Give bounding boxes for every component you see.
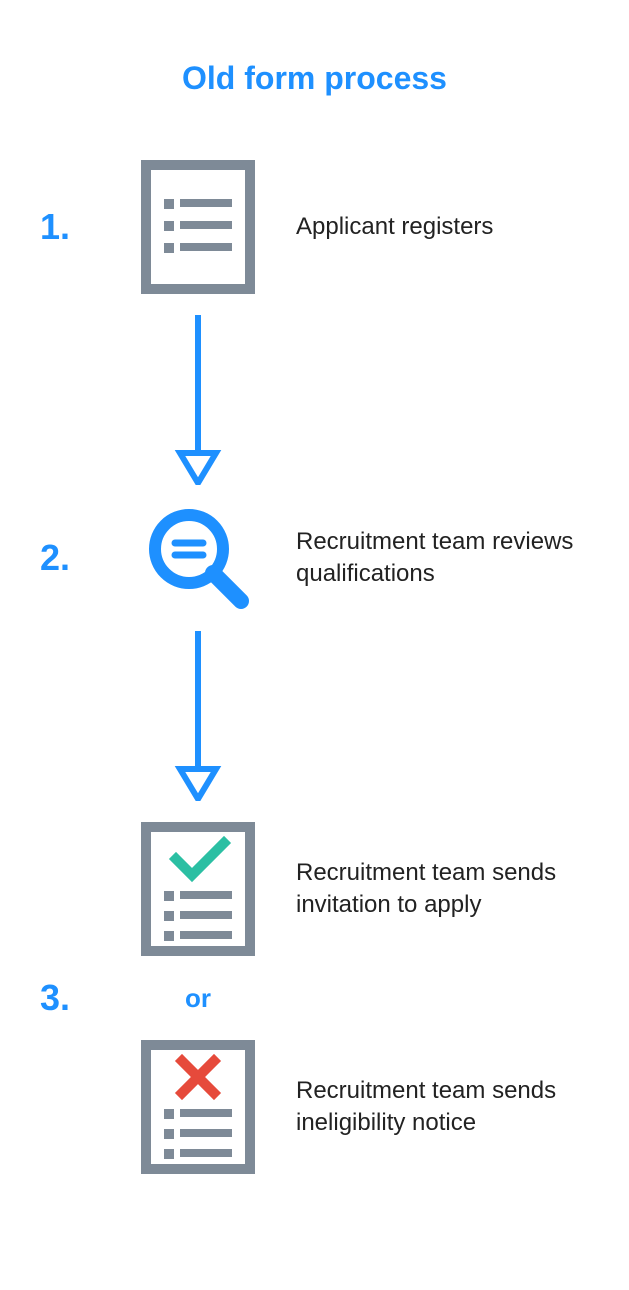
arrow-2-icon [40, 631, 268, 801]
step-3b-row: Recruitment team sends ineligibility not… [40, 1037, 589, 1177]
arrow-1-icon [40, 315, 268, 485]
step-1-text: Applicant registers [296, 211, 589, 243]
step-3a-text: Recruitment team sends invitation to app… [296, 857, 589, 922]
diagram-title: Old form process [40, 60, 589, 97]
magnifier-icon [128, 503, 268, 613]
step-3b-text: Recruitment team sends ineligibility not… [296, 1075, 589, 1140]
step-1-number: 1. [40, 206, 100, 248]
or-label: or [128, 983, 268, 1014]
step-3a-row: Recruitment team sends invitation to app… [40, 819, 589, 959]
step-2-text: Recruitment team reviews qualifications [296, 526, 589, 591]
step-2-number: 2. [40, 537, 100, 579]
step-3-number: 3. [40, 977, 100, 1019]
document-list-icon [128, 157, 268, 297]
step-1-row: 1. Applicant registers [40, 157, 589, 297]
document-x-icon [128, 1037, 268, 1177]
document-check-icon [128, 819, 268, 959]
step-2-row: 2. Recruitment team reviews qualificatio… [40, 503, 589, 613]
step-3-or-row: 3. or [40, 977, 589, 1019]
